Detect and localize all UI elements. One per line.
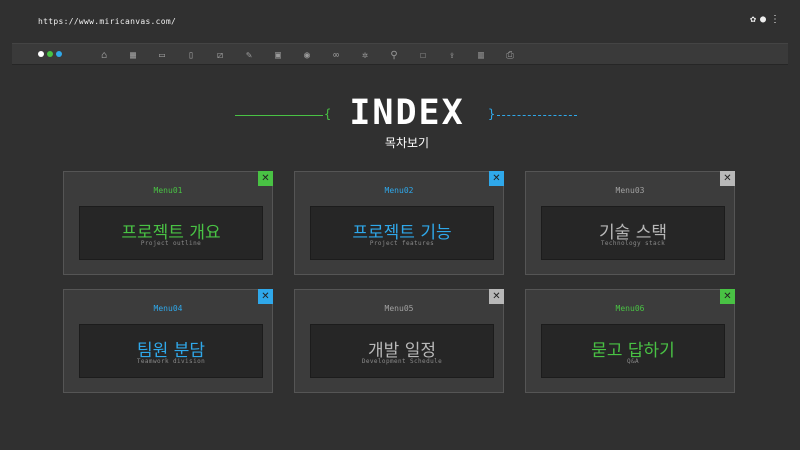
menu-number: Menu05 <box>384 304 414 313</box>
card-subtitle: Development Schedule <box>361 358 443 365</box>
brace-close: } <box>488 107 496 121</box>
card-subtitle: Technology stack <box>600 240 666 247</box>
card-content: 기술 스택 Technology stack <box>541 206 725 260</box>
menu-number: Menu06 <box>615 304 645 313</box>
page-title: INDEX <box>349 93 465 133</box>
white-dot <box>38 51 44 57</box>
file-icon[interactable]: ▯ <box>183 48 199 62</box>
card-content: 팀원 분담 Teamwork division <box>79 324 263 378</box>
top-right-controls: ✿ ● ⋮ <box>750 15 780 25</box>
menu-card-2[interactable]: Menu02 ✕ 프로젝트 기능 Project features <box>294 171 504 275</box>
page-subtitle: 목차보기 <box>384 136 430 150</box>
upload-icon[interactable]: ⇪ <box>444 48 460 62</box>
print-icon[interactable]: ⎙ <box>502 48 518 62</box>
menu-card-5[interactable]: Menu05 ✕ 개발 일정 Development Schedule <box>294 289 504 393</box>
more-icon[interactable]: ⋮ <box>770 15 780 25</box>
toolbar-icons: ⌂ ▦ ▭ ▯ ⧄ ✎ ▣ ◉ ∞ ✲ ⚲ ☐ ⇪ ▥ ⎙ <box>96 48 518 62</box>
folder-icon[interactable]: ▭ <box>154 48 170 62</box>
gear-icon[interactable]: ✲ <box>357 48 373 62</box>
chart-icon[interactable]: ▥ <box>473 48 489 62</box>
card-content: 프로젝트 기능 Project features <box>310 206 494 260</box>
settings-icon[interactable]: ✿ <box>750 15 756 25</box>
close-icon[interactable]: ✕ <box>258 171 273 186</box>
menu-number: Menu02 <box>384 186 414 195</box>
menu-number: Menu04 <box>153 304 183 313</box>
menu-card-3[interactable]: Menu03 ✕ 기술 스택 Technology stack <box>525 171 735 275</box>
close-icon[interactable]: ✕ <box>720 171 735 186</box>
divider-right <box>497 115 577 116</box>
card-subtitle: Q&A <box>626 358 640 365</box>
close-icon[interactable]: ✕ <box>489 171 504 186</box>
home-icon[interactable]: ⌂ <box>96 48 112 62</box>
card-subtitle: Teamwork division <box>136 358 206 365</box>
url-text[interactable]: https://www.miricanvas.com/ <box>38 17 176 26</box>
eye-icon[interactable]: ◉ <box>299 48 315 62</box>
card-content: 프로젝트 개요 Project outline <box>79 206 263 260</box>
toolbar: ⌂ ▦ ▭ ▯ ⧄ ✎ ▣ ◉ ∞ ✲ ⚲ ☐ ⇪ ▥ ⎙ <box>12 43 788 65</box>
menu-card-6[interactable]: Menu06 ✕ 묻고 답하기 Q&A <box>525 289 735 393</box>
edit-icon[interactable]: ☐ <box>415 48 431 62</box>
card-content: 개발 일정 Development Schedule <box>310 324 494 378</box>
card-subtitle: Project features <box>369 240 435 247</box>
menu-card-4[interactable]: Menu04 ✕ 팀원 분담 Teamwork division <box>63 289 273 393</box>
menu-number: Menu01 <box>153 186 183 195</box>
menu-number: Menu03 <box>615 186 645 195</box>
menu-card-1[interactable]: Menu01 ✕ 프로젝트 개요 Project outline <box>63 171 273 275</box>
card-content: 묻고 답하기 Q&A <box>541 324 725 378</box>
card-subtitle: Project outline <box>140 240 202 247</box>
green-dot <box>47 51 53 57</box>
close-icon[interactable]: ✕ <box>489 289 504 304</box>
pen-icon[interactable]: ✎ <box>241 48 257 62</box>
brace-open: { <box>324 107 332 121</box>
index-header: { INDEX } 목차보기 <box>0 93 800 155</box>
search-icon[interactable]: ⚲ <box>386 48 402 62</box>
link-icon[interactable]: ∞ <box>328 48 344 62</box>
close-icon[interactable]: ✕ <box>258 289 273 304</box>
info-icon[interactable]: ● <box>760 15 766 25</box>
crop-icon[interactable]: ⧄ <box>212 48 228 62</box>
close-icon[interactable]: ✕ <box>720 289 735 304</box>
blue-dot <box>56 51 62 57</box>
save-icon[interactable]: ▣ <box>270 48 286 62</box>
divider-left <box>235 115 323 116</box>
window-dots <box>38 51 62 57</box>
grid-icon[interactable]: ▦ <box>125 48 141 62</box>
